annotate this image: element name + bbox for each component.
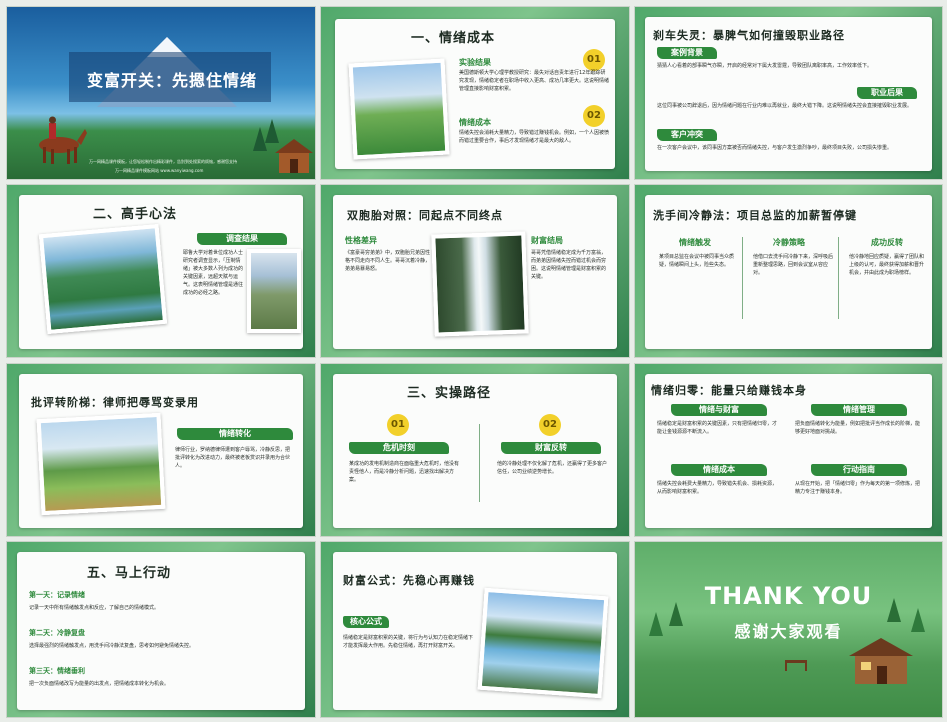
- heading-emotion-cost: 情绪成本: [671, 464, 767, 476]
- slide-title: 二、高手心法: [93, 207, 178, 222]
- heading-calm-strategy: 冷静策略: [773, 238, 805, 247]
- text-day-three: 把一次负面情绪改写为能量的出发点，把情绪成本转化为机会。: [29, 681, 170, 687]
- divider: [742, 237, 743, 319]
- text-day-two: 选择最强烈的情绪触发点，用洗手间冷静法复盘，思考如何避免情绪失控。: [29, 643, 195, 649]
- heading-day-three: 第三天：情绪垂利: [29, 667, 85, 675]
- slide-3-brake-failure[interactable]: 刹车失灵：暴脾气如何撞毁职业路径 案例背景 猜猜人心看着的部事瞬气亦瞬，开启的经…: [634, 6, 943, 180]
- slide-title: 财富公式：先稳心再赚钱: [343, 574, 475, 587]
- slide-5-twins[interactable]: 双胞胎对照：同起点不同终点 性格差异 《富豪哥穷弟弟》中，双胞胎兄弟因性格不同走…: [320, 184, 630, 358]
- heading-emotion-wealth: 情绪与财富: [671, 404, 767, 416]
- text-success-turn: 他冷静地回应质疑，赢得了团队和上级的认可，最终获得加薪和晋升机会，并由此成为职场…: [849, 254, 925, 276]
- text-wealth-outcome: 哥哥凭借情绪稳定成为千万富翁，而弟弟因情绪失控而错过机会而穷困。这说明情绪管理是…: [531, 250, 607, 280]
- badge-02: 02: [539, 414, 561, 436]
- waterfall-photo: [431, 231, 529, 337]
- divider: [479, 424, 480, 502]
- cover-title: 变富开关：先摁住情绪: [86, 71, 257, 90]
- heading-wealth-outcome: 财富结局: [531, 236, 563, 245]
- text-client-conflict: 在一次客户会议中，该同事因方案被否而情绪失控，与客户发生激烈争吵，最终项目失败，…: [657, 145, 893, 151]
- cabin-icon: [275, 139, 313, 173]
- text-emotion-cost: 情绪失控会消耗大量精力，导致错过赚钱机会。例如，一个人因被愤而错过重要合作，事后…: [459, 130, 610, 144]
- text-emotion-management: 把负面情绪转化为能量，例如把批评当作成长的阶梯，能够更好地面对挑战。: [795, 421, 921, 435]
- text-personality: 《富豪哥穷弟弟》中，双胞胎兄弟因性格不同走向不同人生。哥哥沉着冷静，弟弟易暴易怒…: [345, 250, 431, 272]
- landscape-photo: [348, 58, 450, 160]
- slide-title: 洗手间冷静法：项目总监的加薪暂停键: [653, 209, 857, 222]
- text-wealth-reversal: 他的冷静处理不仅化解了危机，还赢得了更多客户信任，公司业绩逆势增长。: [497, 461, 608, 475]
- text-emotion-cost: 情绪失控会耗费大量精力，导致错失机会、损耗资源，从而影响财富积累。: [657, 481, 778, 495]
- slide-1-cover[interactable]: 变富开关：先摁住情绪 万一网精品课件模板，让您轻松制作出精彩课件，告别到处搜索的…: [6, 6, 316, 180]
- slide-title: 情绪归零：能量只给赚钱本身: [651, 384, 807, 397]
- horse-rider-icon: [29, 115, 87, 167]
- heading-crisis-moment: 危机时刻: [349, 442, 449, 454]
- badge-02: 02: [583, 105, 605, 127]
- slide-title: 刹车失灵：暴脾气如何撞毁职业路径: [653, 29, 845, 42]
- heading-trigger: 情绪触发: [679, 238, 711, 247]
- text-crisis-moment: 某成功的发电机制造商在面临重大危机时，他没有责怪他人，而是冷静分析问题，迅速找出…: [349, 461, 460, 483]
- cabin-icon: [849, 638, 913, 684]
- river-photo: [477, 587, 609, 699]
- slide-8-practical-path[interactable]: 三、实操路径 01 危机时刻 某成功的发电机制造商在面临重大危机时，他没有责怪他…: [320, 363, 630, 537]
- divider: [838, 237, 839, 319]
- badge-01: 01: [387, 414, 409, 436]
- road-photo: [247, 249, 301, 333]
- slide-4-master-mindset[interactable]: 二、高手心法 调查结果 耶鲁大学对着世位成功人士研究者调查显示，「压制情绪」被大…: [6, 184, 316, 358]
- heading-case-background: 案例背景: [657, 47, 717, 59]
- heading-day-two: 第二天：冷静复盘: [29, 629, 85, 637]
- slide-10-take-action[interactable]: 五、马上行动 第一天：记录情绪 记录一天中所有情绪触发点和反应，了解自己的情绪模…: [6, 541, 316, 718]
- text-experiment: 美国德斯顿大学心理学教授研究：最失对话自责年进行12年跟踪研究发现，情绪稳定者在…: [459, 70, 610, 92]
- slide-2-emotion-cost[interactable]: 一、情绪成本 01 实验结果 美国德斯顿大学心理学教授研究：最失对话自责年进行1…: [320, 6, 630, 180]
- heading-personality: 性格差异: [345, 236, 377, 245]
- text-day-one: 记录一天中所有情绪触发点和反应，了解自己的情绪模式。: [29, 605, 160, 611]
- heading-core-formula: 核心公式: [343, 616, 389, 628]
- slide-title: 五、马上行动: [87, 566, 172, 581]
- heading-day-one: 第一天：记录情绪: [29, 591, 85, 599]
- heading-career-consequence: 职业后果: [857, 87, 917, 99]
- badge-01: 01: [583, 49, 605, 71]
- thank-you-title: THANK YOU: [704, 582, 873, 610]
- bench-icon: [785, 660, 807, 671]
- heading-emotion-management: 情绪管理: [811, 404, 907, 416]
- slide-title: 双胞胎对照：同起点不同终点: [347, 209, 503, 222]
- slide-title: 批评转阶梯：律师把辱骂变录用: [31, 396, 199, 409]
- heading-emotion-cost: 情绪成本: [459, 118, 491, 127]
- text-career-consequence: 这位同事被公司辞退后，因为情绪问题在行业内难以再就业，最终大错下降。这说明情绪失…: [657, 103, 913, 109]
- text-emotion-wealth: 情绪稳定是财富积累的关键因素，只有把情绪归零，才能让金钱源源不断流入。: [657, 421, 778, 435]
- heading-wealth-reversal: 财富反转: [501, 442, 601, 454]
- slide-title: 一、情绪成本: [411, 31, 496, 46]
- text-survey-result: 耶鲁大学对着世位成功人士研究者调查显示，「压制情绪」被大多数人列为成功的关键因素…: [183, 250, 244, 296]
- cover-caption: 万一网精品课件模板，让您轻松制作出精彩课件，告别到处搜索的烦恼，感谢您支持: [89, 159, 237, 164]
- slide-7-lawyer[interactable]: 批评转阶梯：律师把辱骂变录用 情绪转化 律师行业，罗纳德律师遭到客户辱骂，冷静反…: [6, 363, 316, 537]
- slide-11-wealth-formula[interactable]: 财富公式：先稳心再赚钱 核心公式 情绪稳定是财富积累的关键，将行为与认知力在稳定…: [320, 541, 630, 718]
- village-photo: [36, 412, 166, 516]
- heading-emotion-transform: 情绪转化: [177, 428, 293, 440]
- heading-success-turn: 成功反转: [871, 238, 903, 247]
- heading-survey-result: 调查结果: [197, 233, 287, 245]
- heading-client-conflict: 客户冲突: [657, 129, 717, 141]
- text-case-background: 猜猜人心看着的部事瞬气亦瞬，开启的经常对下属大发雷霆，导致团队离职率高，工作效率…: [657, 63, 873, 69]
- text-emotion-transform: 律师行业，罗纳德律师遭到客户辱骂，冷静反思，把批评转化为改进动力，最终被老板赏识…: [175, 447, 291, 469]
- slide-9-emotion-reset[interactable]: 情绪归零：能量只给赚钱本身 情绪与财富 情绪稳定是财富积累的关键因素，只有把情绪…: [634, 363, 943, 537]
- heading-experiment: 实验结果: [459, 58, 491, 67]
- text-action-guide: 从现在开始，把「情绪归零」作为每天的第一项修炼，把精力专注于赚钱本身。: [795, 481, 921, 495]
- cover-caption-url: 万一网精品课件模板网站 www.wanyiwang.com: [115, 168, 204, 173]
- text-core-formula: 情绪稳定是财富积累的关键，将行为与认知力在稳定情绪下才能发挥最大作用。先稳住情绪…: [343, 635, 474, 649]
- tree-icon: [265, 119, 279, 143]
- text-calm-strategy: 他借口去洗手间冷静下来，深呼吸后重新整理思路，回到会议室从容应对。: [753, 254, 834, 276]
- slide-12-thank-you[interactable]: THANK YOU 感谢大家观看: [634, 541, 943, 718]
- text-trigger: 某项目总监在会议中被同事当众质疑，情绪瞬间上头，险些失态。: [659, 254, 735, 268]
- slide-6-washroom-method[interactable]: 洗手间冷静法：项目总监的加薪暂停键 情绪触发 某项目总监在会议中被同事当众质疑，…: [634, 184, 943, 358]
- heading-action-guide: 行动指南: [811, 464, 907, 476]
- slide-title: 三、实操路径: [407, 386, 492, 401]
- lake-photo: [38, 223, 168, 335]
